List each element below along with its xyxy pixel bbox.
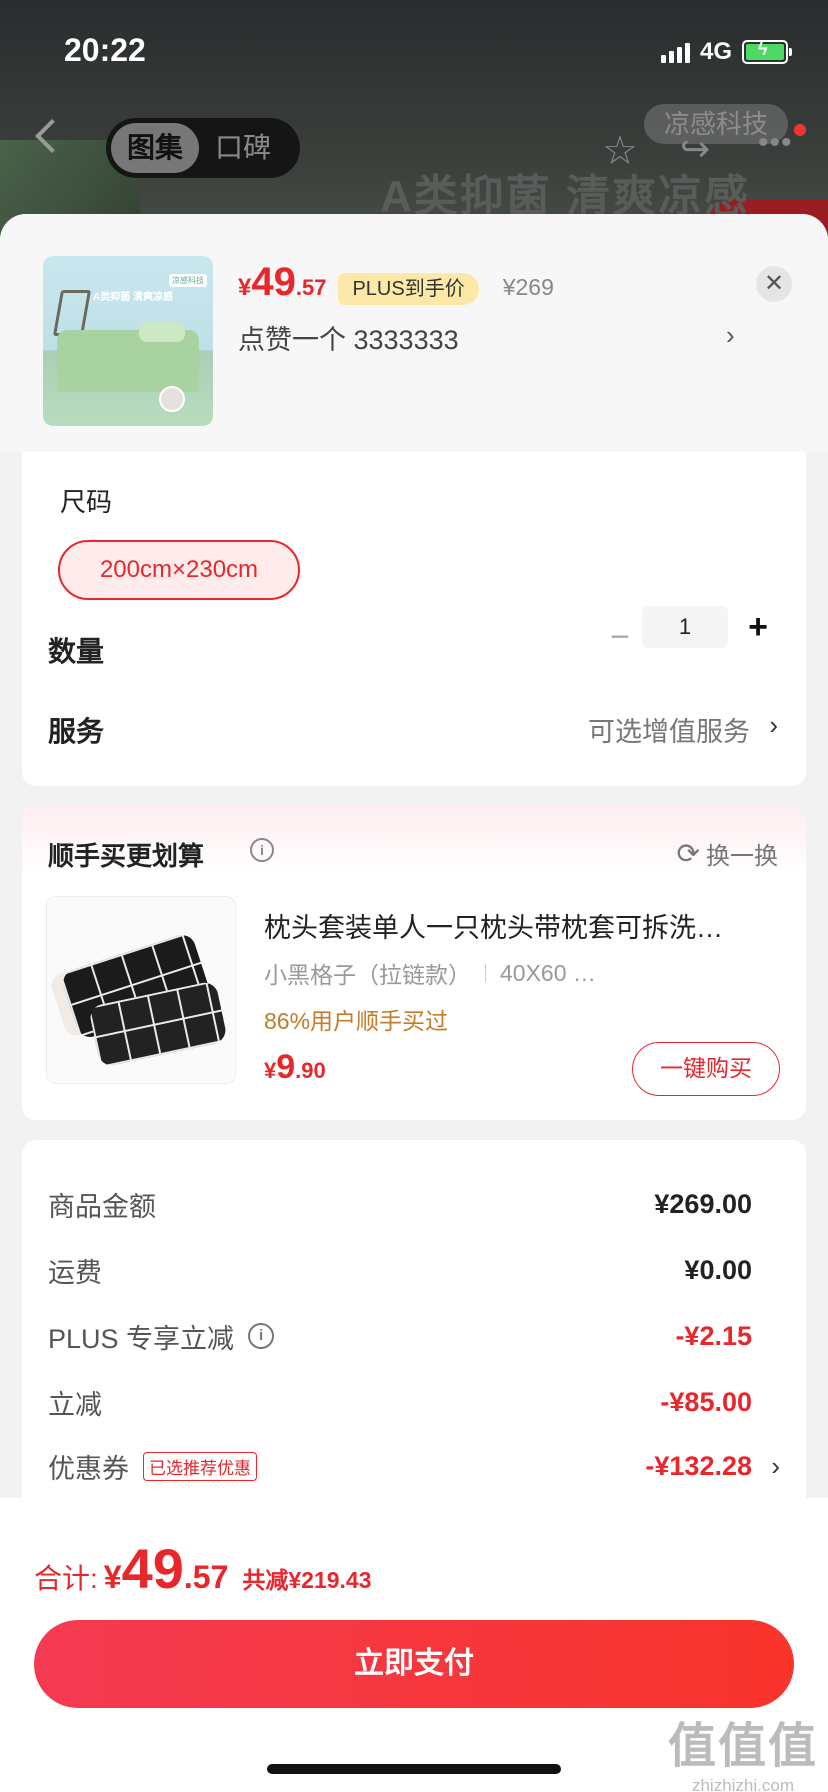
summary-value: -¥132.28: [645, 1450, 752, 1481]
favorite-star-icon[interactable]: ☆: [602, 128, 638, 174]
summary-value: ¥0.00: [684, 1254, 752, 1285]
watermark: 值值值 zhizhizhi.com: [668, 1706, 818, 1792]
summary-label-wrap: PLUS 专享立减 i: [48, 1317, 275, 1356]
service-label: 服务: [48, 716, 105, 747]
price-decimal: .90: [295, 1058, 326, 1083]
close-button[interactable]: ✕: [756, 266, 792, 302]
info-icon[interactable]: i: [250, 838, 274, 862]
thumbnail-slogan: A类抑菌 清爽凉感: [93, 292, 173, 303]
price-integer: 9: [276, 1048, 296, 1086]
signal-icon: [660, 41, 690, 63]
summary-label: 运费: [48, 1257, 102, 1288]
coupon-tag: 已选推荐优惠: [143, 1451, 257, 1481]
summary-row: 商品金额 ¥269.00: [48, 1184, 778, 1224]
summary-label: 立减: [48, 1389, 102, 1420]
price-decimal: .57: [183, 1559, 229, 1595]
total-amount: 合计: ¥ 49 .57 共减¥219.43: [34, 1536, 372, 1601]
thumbnail-seal-icon: [159, 386, 185, 412]
summary-label: 优惠券: [48, 1453, 129, 1484]
quantity-label: 数量: [48, 636, 105, 667]
thumbnail-brand-tag: 凉感科技: [169, 274, 207, 287]
notification-dot: [794, 124, 806, 136]
summary-label: 商品金额: [48, 1191, 156, 1222]
summary-label-wrap: 优惠券 已选推荐优惠: [48, 1447, 257, 1486]
coupon-row[interactable]: 优惠券 已选推荐优惠 -¥132.28 ›: [48, 1446, 780, 1486]
share-icon[interactable]: ↪: [680, 128, 710, 170]
info-icon[interactable]: i: [248, 1323, 275, 1349]
summary-value: -¥85.00: [660, 1386, 752, 1417]
addon-price: ¥ 9 .90: [264, 1048, 326, 1087]
selected-spec[interactable]: 点赞一个 3333333: [238, 318, 459, 357]
tab-reviews[interactable]: 口碑: [199, 123, 287, 173]
watermark-url: zhizhizhi.com: [691, 1776, 795, 1792]
price-decimal: .57: [295, 275, 327, 300]
checkout-bar: 合计: ¥ 49 .57 共减¥219.43 立即支付 值值值 zhizhizh…: [0, 1498, 828, 1792]
network-type: 4G: [699, 38, 732, 65]
watermark-logo: 值值值: [667, 1720, 818, 1773]
service-value[interactable]: 可选增值服务: [588, 710, 750, 749]
addon-product-name[interactable]: 枕头套装单人一只枕头带枕套可拆洗…: [264, 906, 784, 945]
addon-product-image[interactable]: [46, 896, 236, 1084]
plus-price-badge: PLUS到手价: [338, 273, 479, 305]
swap-label: 换一换: [706, 843, 778, 870]
summary-label: PLUS 专享立减: [48, 1323, 235, 1354]
total-label: 合计:: [34, 1563, 98, 1594]
status-time: 20:22: [64, 32, 146, 68]
pay-now-button[interactable]: 立即支付: [34, 1620, 794, 1708]
price-symbol: ¥: [264, 1058, 277, 1083]
status-indicators: 4G ϟ: [660, 38, 792, 66]
more-dots-icon[interactable]: •••: [758, 126, 793, 160]
quantity-input[interactable]: 1: [642, 606, 728, 648]
size-option-selected[interactable]: 200cm×230cm: [58, 540, 300, 600]
battery-charging-icon: ϟ: [742, 39, 792, 64]
chevron-right-icon[interactable]: ›: [771, 1451, 780, 1482]
price-symbol: ¥: [103, 1559, 122, 1595]
sheet-header: A类抑菌 清爽凉感 凉感科技 ¥ 49 .57 PLUS到手价 ¥269 点赞一…: [0, 214, 828, 452]
summary-row: 运费 ¥0.00: [48, 1250, 778, 1290]
quantity-plus-button[interactable]: +: [738, 608, 778, 648]
quantity-minus-button[interactable]: −: [600, 618, 640, 658]
addon-card: 顺手买更划算 i ⟳ 换一换 枕头套装单人一只枕头带枕套可拆洗… 小黑格子（拉链…: [22, 806, 806, 1120]
one-click-buy-button[interactable]: 一键购买: [632, 1042, 780, 1096]
chevron-right-icon[interactable]: ›: [769, 710, 778, 741]
options-card: 尺码 200cm×230cm 数量 − 1 + 服务 可选增值服务 ›: [22, 452, 806, 786]
summary-row: PLUS 专享立减 i -¥2.15: [48, 1316, 778, 1356]
addon-purchase-rate: 86%用户顺手买过: [264, 1008, 449, 1034]
summary-value: ¥269.00: [654, 1188, 752, 1219]
addon-spec[interactable]: 小黑格子（拉链款） 40X60 …: [264, 956, 596, 990]
size-label: 尺码: [60, 487, 113, 517]
product-thumbnail[interactable]: A类抑菌 清爽凉感 凉感科技: [43, 256, 213, 426]
addon-spec-size: 40X60 …: [500, 959, 596, 986]
chevron-right-icon[interactable]: ›: [726, 320, 735, 351]
product-price: ¥ 49 .57 PLUS到手价 ¥269: [238, 260, 554, 305]
addon-spec-style: 小黑格子（拉链款）: [264, 962, 471, 988]
summary-value: -¥2.15: [675, 1320, 752, 1351]
home-indicator: [267, 1764, 561, 1774]
thumbnail-pillow: [139, 322, 185, 342]
original-price: ¥269: [502, 274, 554, 300]
media-tabs: 图集 口碑: [106, 118, 300, 178]
tab-gallery[interactable]: 图集: [111, 123, 200, 173]
price-integer: 49: [251, 260, 296, 304]
total-discount: 共减¥219.43: [242, 1567, 372, 1593]
summary-row: 立减 -¥85.00: [48, 1382, 778, 1422]
price-integer: 49: [121, 1537, 184, 1600]
swap-button[interactable]: ⟳ 换一换: [677, 836, 778, 871]
refresh-icon: ⟳: [676, 838, 700, 869]
addon-title: 顺手买更划算: [48, 841, 205, 871]
divider: [485, 964, 486, 982]
price-symbol: ¥: [238, 274, 252, 301]
